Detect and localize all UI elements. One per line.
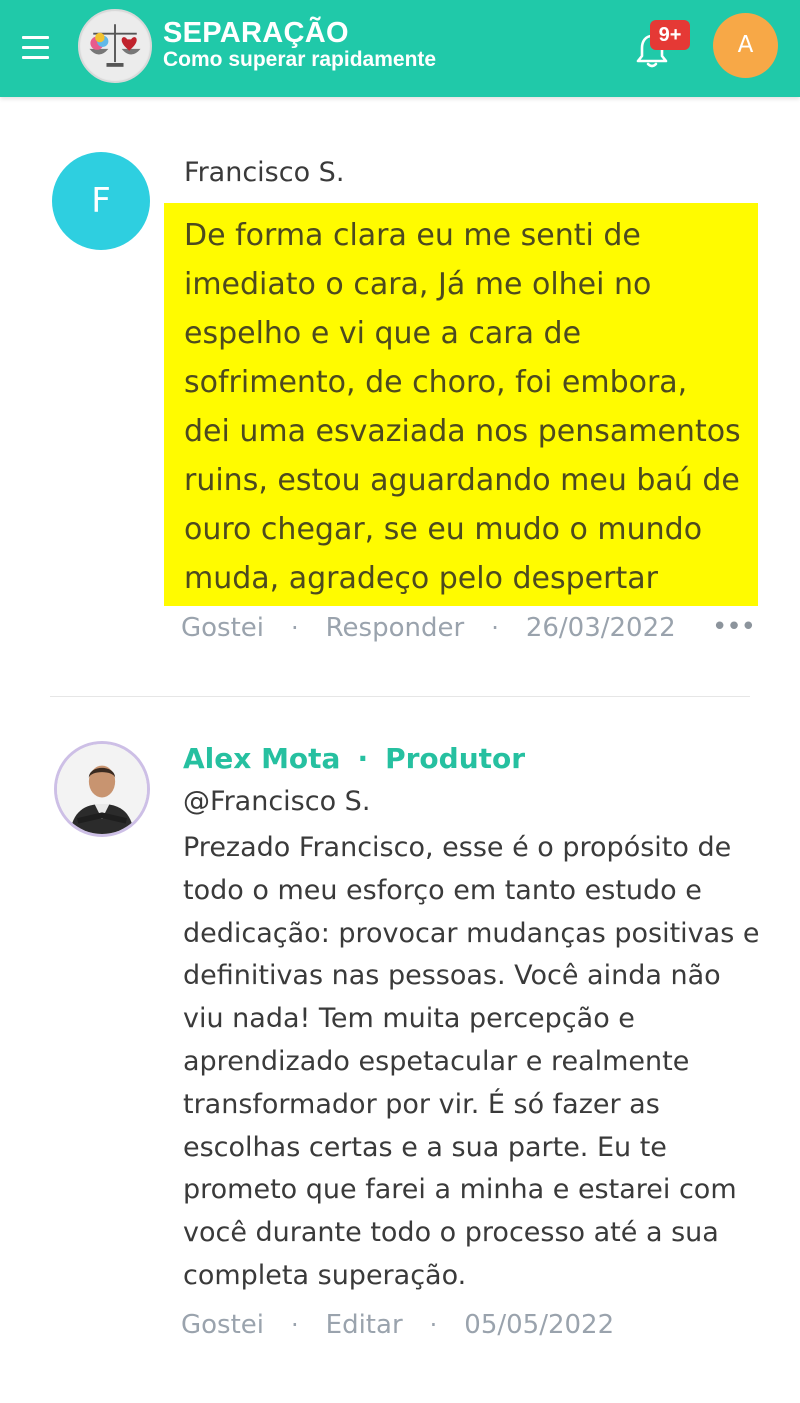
author-name[interactable]: Alex Mota bbox=[183, 742, 340, 775]
notification-badge: 9+ bbox=[650, 20, 690, 50]
comment-divider bbox=[50, 696, 750, 697]
comment-text: Prezado Francisco, esse é o propósito de… bbox=[183, 832, 760, 1291]
app-subtitle: Como superar rapidamente bbox=[163, 48, 437, 71]
separator-dot: · bbox=[429, 1311, 438, 1339]
separator-dot: · bbox=[491, 614, 499, 642]
edit-button[interactable]: Editar bbox=[326, 1310, 403, 1340]
avatar bbox=[54, 741, 150, 837]
comment-body-highlight: De forma clara eu me senti de imediato o… bbox=[164, 203, 758, 606]
separator-dot: · bbox=[357, 742, 369, 775]
like-button[interactable]: Gostei bbox=[181, 1310, 264, 1340]
avatar: F bbox=[52, 152, 150, 250]
comment-date: 26/03/2022 bbox=[525, 613, 676, 643]
comment-author: Alex Mota · Produtor bbox=[183, 742, 525, 775]
menu-icon[interactable] bbox=[22, 36, 49, 60]
like-button[interactable]: Gostei bbox=[181, 613, 264, 643]
comment-actions: Gostei · Editar · 05/05/2022 bbox=[181, 1310, 614, 1340]
user-avatar[interactable]: A bbox=[713, 13, 778, 78]
comment-text: De forma clara eu me senti de imediato o… bbox=[184, 218, 741, 596]
comment-author: Francisco S. bbox=[184, 157, 345, 188]
author-role-badge: Produtor bbox=[385, 742, 526, 775]
comment-actions: Gostei · Responder · 26/03/2022 bbox=[181, 613, 676, 643]
comment-date: 05/05/2022 bbox=[464, 1310, 615, 1340]
app-header: SEPARAÇÃO Como superar rapidamente 9+ A bbox=[0, 0, 800, 97]
more-options-icon[interactable]: ••• bbox=[712, 612, 756, 642]
reply-button[interactable]: Responder bbox=[326, 613, 465, 643]
mention-text[interactable]: @Francisco S. bbox=[183, 786, 370, 817]
app-title: SEPARAÇÃO bbox=[163, 17, 349, 49]
logo-icon[interactable] bbox=[78, 9, 152, 83]
separator-dot: · bbox=[291, 614, 299, 642]
separator-dot: · bbox=[291, 1311, 299, 1339]
